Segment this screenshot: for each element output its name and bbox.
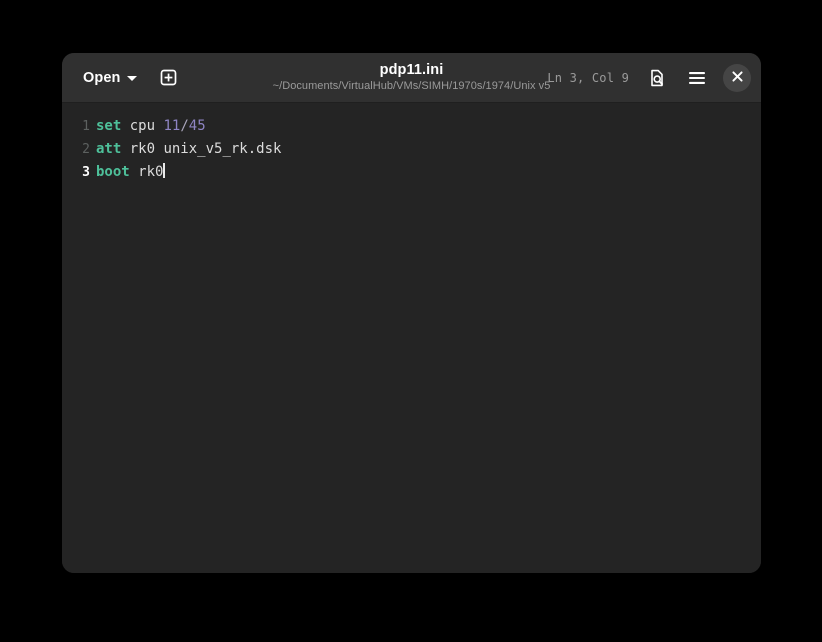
new-document-icon bbox=[160, 69, 177, 86]
code-token-plain: rk0 bbox=[138, 164, 164, 180]
code-token-keyword: boot bbox=[96, 164, 130, 180]
open-button[interactable]: Open bbox=[74, 62, 146, 94]
code-line[interactable]: 1 set cpu 11/45 bbox=[62, 115, 761, 138]
document-title: pdp11.ini bbox=[379, 62, 444, 78]
line-number: 3 bbox=[82, 165, 90, 180]
document-path: ~/Documents/VirtualHub/VMs/SIMH/1970s/19… bbox=[272, 80, 551, 92]
find-in-document-icon bbox=[648, 69, 666, 87]
code-token-plain: cpu bbox=[129, 118, 156, 134]
code-token-keyword: set bbox=[96, 118, 122, 134]
code-line-text: boot rk0 bbox=[96, 161, 165, 184]
window-headerbar: Open pdp11.ini ~/Documents/VirtualHub/VM… bbox=[62, 53, 761, 103]
hamburger-menu-icon bbox=[688, 71, 706, 85]
close-icon bbox=[731, 69, 743, 87]
code-token-keyword: att bbox=[96, 141, 122, 157]
chevron-down-icon bbox=[127, 76, 138, 81]
line-number: 1 bbox=[82, 119, 90, 134]
code-line[interactable]: 3 boot rk0 bbox=[62, 161, 761, 184]
open-button-label: Open bbox=[83, 69, 121, 86]
new-document-button[interactable] bbox=[152, 62, 184, 94]
code-lines-container: 1 set cpu 11/45 2 att rk0 unix_v5_rk.dsk 3 bo… bbox=[62, 115, 761, 184]
find-in-document-button[interactable] bbox=[641, 62, 673, 94]
line-number: 2 bbox=[82, 142, 90, 157]
text-editor-view[interactable]: 1 set cpu 11/45 2 att rk0 unix_v5_rk.dsk 3 bo… bbox=[62, 103, 761, 573]
code-token-number: 45 bbox=[188, 118, 206, 134]
text-cursor bbox=[163, 163, 165, 178]
code-token-punct: / bbox=[180, 118, 189, 134]
text-editor-window: Open pdp11.ini ~/Documents/VirtualHub/VM… bbox=[62, 53, 761, 573]
close-window-button[interactable] bbox=[723, 63, 751, 92]
code-token-plain: rk0 unix_v5_rk.dsk bbox=[129, 141, 282, 157]
code-line[interactable]: 2 att rk0 unix_v5_rk.dsk bbox=[62, 138, 761, 161]
headerbar-left-controls: Open bbox=[74, 62, 184, 94]
cursor-position-indicator[interactable]: Ln 3, Col 9 bbox=[547, 71, 633, 85]
code-line-text: att rk0 unix_v5_rk.dsk bbox=[96, 138, 281, 161]
code-line-text: set cpu 11/45 bbox=[96, 115, 206, 138]
code-token-number: 11 bbox=[163, 118, 181, 134]
desktop-background: Open pdp11.ini ~/Documents/VirtualHub/VM… bbox=[0, 0, 822, 642]
headerbar-right-controls: Ln 3, Col 9 bbox=[547, 62, 751, 94]
main-menu-button[interactable] bbox=[681, 62, 713, 94]
